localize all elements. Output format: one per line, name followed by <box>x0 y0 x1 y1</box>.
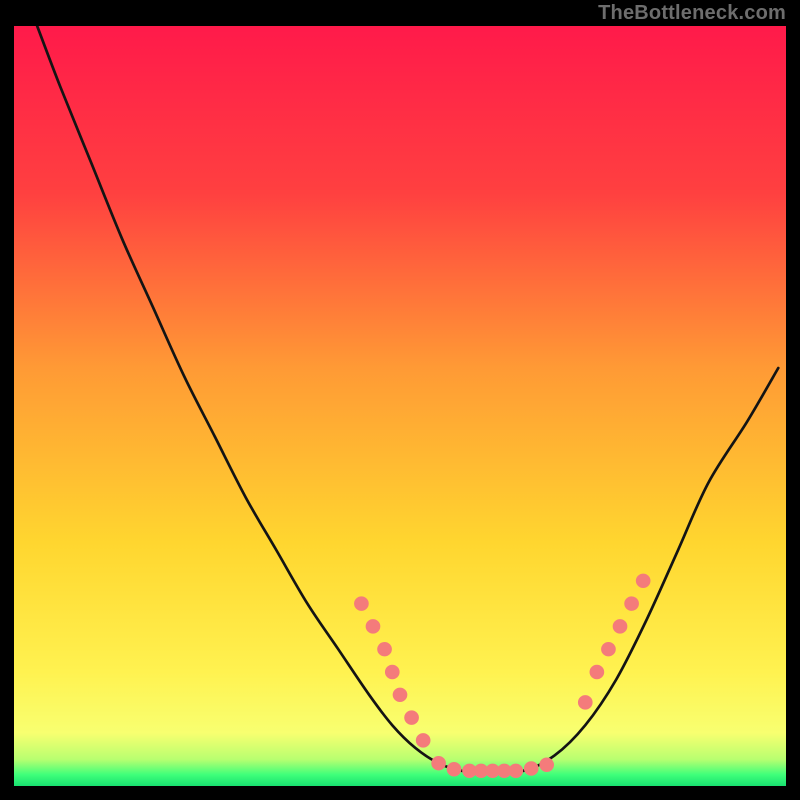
highlight-dot <box>393 688 408 702</box>
highlight-dot <box>524 761 539 775</box>
curve-path <box>37 26 778 772</box>
highlight-dot <box>636 574 651 588</box>
highlight-dot <box>377 642 392 656</box>
highlight-dot <box>624 596 639 610</box>
highlight-dot <box>508 764 523 778</box>
highlight-dot <box>578 695 593 709</box>
highlight-dot <box>590 665 605 679</box>
highlight-dot <box>613 619 628 633</box>
highlight-dot <box>447 762 462 776</box>
highlight-dot <box>404 710 419 724</box>
highlight-dot <box>354 596 369 610</box>
chart-frame <box>14 26 786 786</box>
highlight-dot <box>385 665 400 679</box>
highlight-dot <box>601 642 616 656</box>
watermark-text: TheBottleneck.com <box>598 2 786 25</box>
bottleneck-curve <box>14 26 786 786</box>
highlight-dots <box>354 574 650 778</box>
highlight-dot <box>366 619 381 633</box>
chart-stage: TheBottleneck.com <box>0 0 800 800</box>
highlight-dot <box>416 733 431 747</box>
highlight-dot <box>431 756 446 770</box>
highlight-dot <box>539 758 554 772</box>
